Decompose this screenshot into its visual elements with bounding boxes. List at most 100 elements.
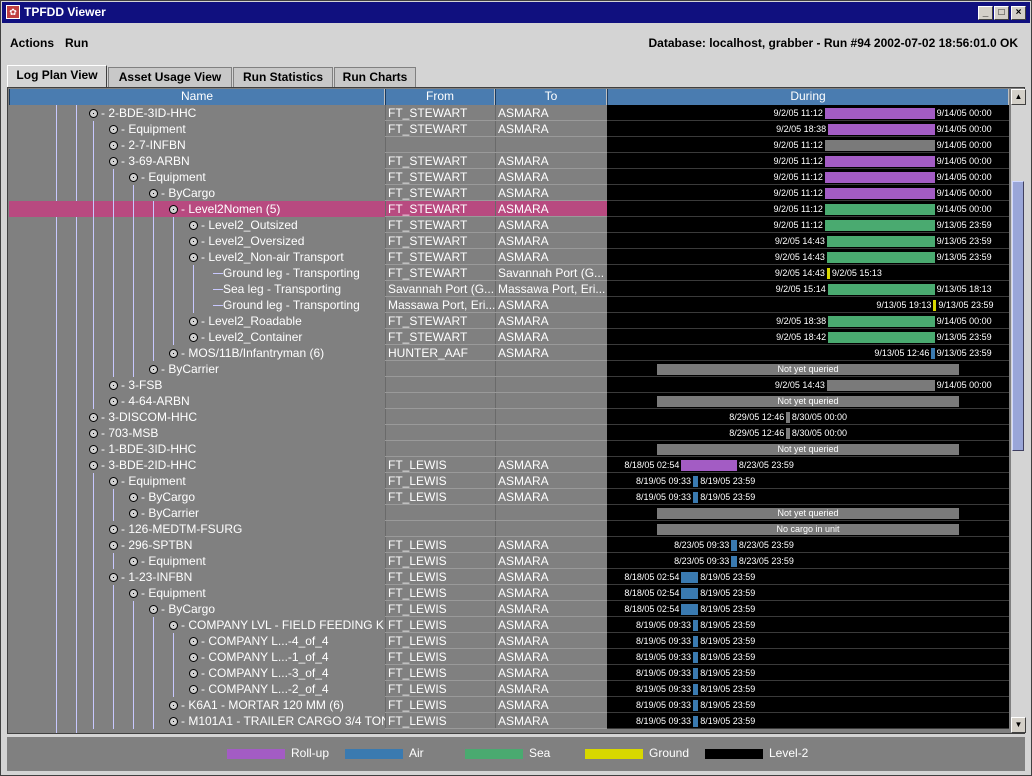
name-cell[interactable]: - Equipment <box>9 553 385 569</box>
name-cell[interactable]: - 2-7-INFBN <box>9 137 385 153</box>
name-cell[interactable]: - Level2_Container <box>9 329 385 345</box>
name-cell[interactable]: - COMPANY L...-3_of_4 <box>9 665 385 681</box>
name-cell[interactable]: - ByCarrier <box>9 361 385 377</box>
table-row[interactable]: - Level2_Roadable FT_STEWART ASMARA 9/2/05 … <box>9 313 1009 329</box>
name-cell[interactable]: - 3-DISCOM-HHC <box>9 409 385 425</box>
tree-node-toggle-icon[interactable] <box>149 365 158 374</box>
tree-node-toggle-icon[interactable] <box>189 333 198 342</box>
name-cell[interactable]: - Equipment <box>9 169 385 185</box>
name-cell[interactable]: - ByCarrier <box>9 505 385 521</box>
tree-node-toggle-icon[interactable] <box>109 541 118 550</box>
table-row[interactable]: - 1-23-INFBN FT_LEWIS ASMARA 8/18/05 02:54 8… <box>9 569 1009 585</box>
tree-node-toggle-icon[interactable] <box>189 317 198 326</box>
tree-node-toggle-icon[interactable] <box>109 477 118 486</box>
tree-node-toggle-icon[interactable] <box>109 573 118 582</box>
tree-node-toggle-icon[interactable] <box>129 509 138 518</box>
table-row[interactable]: - COMPANY L...-2_of_4 FT_LEWIS ASMARA 8/19/… <box>9 681 1009 697</box>
tree-node-toggle-icon[interactable] <box>169 701 178 710</box>
name-cell[interactable]: Sea leg - Transporting <box>9 281 385 297</box>
tab-run-statistics[interactable]: Run Statistics <box>233 67 333 87</box>
name-cell[interactable]: - ByCargo <box>9 185 385 201</box>
tree-node-toggle-icon[interactable] <box>189 221 198 230</box>
tree-node-toggle-icon[interactable] <box>149 189 158 198</box>
tree-node-toggle-icon[interactable] <box>129 173 138 182</box>
tree-node-toggle-icon[interactable] <box>89 445 98 454</box>
table-row[interactable]: Ground leg - Transporting FT_STEWART Savan… <box>9 265 1009 281</box>
name-cell[interactable]: - 1-23-INFBN <box>9 569 385 585</box>
name-cell[interactable]: - 3-FSB <box>9 377 385 393</box>
table-row[interactable]: - M101A1 - TRAILER CARGO 3/4 TON FT_LEWIS… <box>9 713 1009 729</box>
table-row[interactable]: - Level2_Container FT_STEWART ASMARA 9/2/05… <box>9 329 1009 345</box>
name-cell[interactable]: - COMPANY LVL - FIELD FEEDING KIT <box>9 617 385 633</box>
name-cell[interactable]: - 2-BDE-3ID-HHC <box>9 105 385 121</box>
table-row[interactable]: - 3-FSB 9/2/05 14:43 9/14/05 00:00 <box>9 377 1009 393</box>
name-cell[interactable]: - Level2Nomen (5) <box>9 201 385 217</box>
name-cell[interactable]: - ByCargo <box>9 489 385 505</box>
tree-node-toggle-icon[interactable] <box>109 381 118 390</box>
name-cell[interactable]: - Equipment <box>9 473 385 489</box>
name-cell[interactable]: - Equipment <box>9 121 385 137</box>
name-cell[interactable]: - 296-SPTBN <box>9 537 385 553</box>
table-row[interactable]: - Equipment FT_STEWART ASMARA 9/2/05 11:12 9… <box>9 169 1009 185</box>
name-cell[interactable]: - M101A1 - TRAILER CARGO 3/4 TON <box>9 713 385 729</box>
table-row[interactable]: - 2-7-INFBN 9/2/05 11:12 9/14/05 00:00 <box>9 137 1009 153</box>
name-cell[interactable]: - MOS/11B/Infantryman (6) <box>9 345 385 361</box>
table-row[interactable]: - COMPANY LVL - FIELD FEEDING KIT FT_LEWI… <box>9 617 1009 633</box>
table-row[interactable]: - Equipment FT_LEWIS ASMARA 8/19/05 09:33 8/… <box>9 473 1009 489</box>
name-cell[interactable]: - COMPANY L...-1_of_4 <box>9 649 385 665</box>
column-header-name[interactable]: Name <box>9 89 385 105</box>
tree-node-toggle-icon[interactable] <box>109 157 118 166</box>
table-row[interactable]: - Equipment FT_LEWIS ASMARA 8/18/05 02:54 8/… <box>9 585 1009 601</box>
vertical-scrollbar[interactable]: ▲ ▼ <box>1010 89 1026 733</box>
table-row[interactable]: - Equipment FT_LEWIS ASMARA 8/23/05 09:33 8/… <box>9 553 1009 569</box>
tree-node-toggle-icon[interactable] <box>129 493 138 502</box>
title-bar[interactable]: ✿ TPFDD Viewer _ □ × <box>2 2 1030 23</box>
table-row[interactable]: - 3-DISCOM-HHC 8/29/05 12:46 8/30/05 00:00 <box>9 409 1009 425</box>
table-row[interactable]: Sea leg - Transporting Savannah Port (G..… <box>9 281 1009 297</box>
name-cell[interactable]: - K6A1 - MORTAR 120 MM (6) <box>9 697 385 713</box>
name-cell[interactable]: - 4-64-ARBN <box>9 393 385 409</box>
name-cell[interactable]: - Equipment <box>9 585 385 601</box>
name-cell[interactable]: Ground leg - Transporting <box>9 265 385 281</box>
tree-node-toggle-icon[interactable] <box>169 205 178 214</box>
tree-node-toggle-icon[interactable] <box>89 109 98 118</box>
tree-node-toggle-icon[interactable] <box>189 637 198 646</box>
tree-node-toggle-icon[interactable] <box>109 141 118 150</box>
name-cell[interactable]: - COMPANY L...-4_of_4 <box>9 633 385 649</box>
table-row[interactable]: - Level2Nomen (5) FT_STEWART ASMARA 9/2/05 … <box>9 201 1009 217</box>
table-row[interactable]: - 4-64-ARBN Not yet queried <box>9 393 1009 409</box>
tab-run-charts[interactable]: Run Charts <box>334 67 416 87</box>
tree-node-toggle-icon[interactable] <box>169 349 178 358</box>
column-header-from[interactable]: From <box>385 89 495 105</box>
table-row[interactable]: - 703-MSB 8/29/05 12:46 8/30/05 00:00 <box>9 425 1009 441</box>
close-button[interactable]: × <box>1011 6 1026 20</box>
tab-log-plan-view[interactable]: Log Plan View <box>7 65 107 87</box>
tree-node-toggle-icon[interactable] <box>109 397 118 406</box>
maximize-button[interactable]: □ <box>994 6 1009 20</box>
table-row[interactable]: - 1-BDE-3ID-HHC Not yet queried <box>9 441 1009 457</box>
table-row[interactable]: - MOS/11B/Infantryman (6) HUNTER_AAF ASMAR… <box>9 345 1009 361</box>
table-row[interactable]: - Level2_Non-air Transport FT_STEWART ASMA… <box>9 249 1009 265</box>
name-cell[interactable]: - ByCargo <box>9 601 385 617</box>
tree-node-toggle-icon[interactable] <box>89 429 98 438</box>
tree-node-toggle-icon[interactable] <box>109 125 118 134</box>
scroll-up-icon[interactable]: ▲ <box>1011 89 1026 105</box>
menu-run[interactable]: Run <box>65 36 88 50</box>
table-row[interactable]: - 3-69-ARBN FT_STEWART ASMARA 9/2/05 11:12 9… <box>9 153 1009 169</box>
tree-node-toggle-icon[interactable] <box>169 717 178 726</box>
table-row[interactable]: - 126-MEDTM-FSURG No cargo in unit <box>9 521 1009 537</box>
table-row[interactable]: - Equipment FT_STEWART ASMARA 9/2/05 18:38 9… <box>9 121 1009 137</box>
name-cell[interactable]: - Level2_Roadable <box>9 313 385 329</box>
scroll-down-icon[interactable]: ▼ <box>1011 717 1026 733</box>
name-cell[interactable]: - 1-BDE-3ID-HHC <box>9 441 385 457</box>
table-row[interactable]: - COMPANY L...-3_of_4 FT_LEWIS ASMARA 8/19/… <box>9 665 1009 681</box>
tree-node-toggle-icon[interactable] <box>189 685 198 694</box>
tree-node-toggle-icon[interactable] <box>129 589 138 598</box>
tree-node-toggle-icon[interactable] <box>109 525 118 534</box>
table-row[interactable]: - ByCargo FT_LEWIS ASMARA 8/18/05 02:54 8/19… <box>9 601 1009 617</box>
tree-node-toggle-icon[interactable] <box>129 557 138 566</box>
scroll-thumb[interactable] <box>1012 181 1024 451</box>
minimize-button[interactable]: _ <box>978 6 993 20</box>
table-row[interactable]: - COMPANY L...-4_of_4 FT_LEWIS ASMARA 8/19/… <box>9 633 1009 649</box>
table-row[interactable]: - ByCarrier Not yet queried <box>9 505 1009 521</box>
